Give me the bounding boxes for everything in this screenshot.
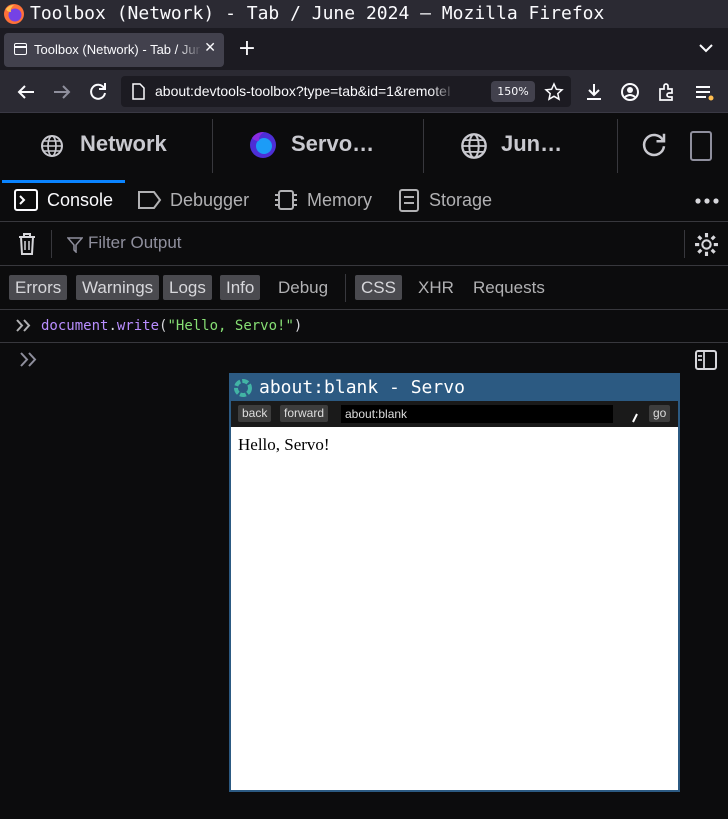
chevron-down-icon[interactable] bbox=[696, 38, 716, 58]
servo-go-button[interactable]: go bbox=[649, 405, 671, 422]
firefox-logo-icon bbox=[4, 4, 24, 24]
more-options-icon[interactable] bbox=[694, 196, 720, 206]
bookmark-star-icon[interactable] bbox=[544, 82, 564, 102]
close-tab-icon[interactable]: ✕ bbox=[204, 40, 216, 56]
url-bar[interactable]: about:devtools-toolbox?type=tab&id=1&rem… bbox=[121, 76, 571, 107]
filter-output-input[interactable]: Filter Output bbox=[88, 233, 182, 253]
filter-requests-button[interactable]: Requests bbox=[467, 275, 551, 300]
servo-back-button[interactable]: back bbox=[238, 405, 272, 422]
divider bbox=[617, 119, 618, 173]
code-punctuation: ) bbox=[293, 318, 303, 334]
memory-icon bbox=[275, 190, 297, 210]
device-frame-icon[interactable] bbox=[690, 131, 712, 161]
command-prompt-icon bbox=[16, 319, 31, 332]
divider bbox=[345, 274, 346, 302]
globe-icon bbox=[41, 135, 63, 157]
target-network[interactable]: Network bbox=[0, 113, 212, 179]
servo-url-field[interactable]: about:blank bbox=[341, 405, 613, 423]
browser-tab[interactable]: Toolbox (Network) - Tab / June 2024 ✕ bbox=[4, 33, 224, 67]
window-title: Toolbox (Network) - Tab / June 2024 — Mo… bbox=[30, 3, 605, 24]
selected-tab-indicator bbox=[2, 180, 125, 183]
forward-arrow-icon[interactable] bbox=[50, 80, 74, 104]
filter-warnings-button[interactable]: Warnings bbox=[76, 275, 160, 300]
url-fade bbox=[431, 78, 455, 105]
tab-debugger[interactable]: Debugger bbox=[170, 190, 249, 212]
code-string: "Hello, Servo!" bbox=[167, 318, 294, 334]
extensions-icon[interactable] bbox=[654, 80, 678, 104]
menu-icon[interactable] bbox=[692, 80, 716, 104]
downloads-icon[interactable] bbox=[582, 80, 606, 104]
new-tab-button[interactable]: + bbox=[236, 36, 258, 62]
target-june[interactable]: Jun… bbox=[424, 113, 617, 179]
page-info-icon[interactable] bbox=[130, 83, 146, 100]
servo-page-content: Hello, Servo! bbox=[238, 435, 330, 454]
console-toolbar: Filter Output bbox=[0, 222, 728, 266]
console-command: document.write("Hello, Servo!") bbox=[41, 318, 302, 334]
window-titlebar: Toolbox (Network) - Tab / June 2024 — Mo… bbox=[0, 0, 728, 28]
zoom-level-badge[interactable]: 150% bbox=[491, 81, 535, 102]
toolbox-targets-bar: Network Servo… Jun… bbox=[0, 112, 728, 180]
servo-forward-button[interactable]: forward bbox=[280, 405, 329, 422]
filter-logs-button[interactable]: Logs bbox=[163, 275, 212, 300]
code-object: document bbox=[41, 318, 109, 334]
trash-icon[interactable] bbox=[17, 232, 37, 256]
servo-toolbar: back forward about:blank go bbox=[231, 401, 678, 427]
target-servo[interactable]: Servo… bbox=[213, 113, 423, 179]
target-label: Jun… bbox=[501, 131, 563, 156]
back-arrow-icon[interactable] bbox=[14, 80, 38, 104]
filter-icon bbox=[67, 237, 83, 253]
account-icon[interactable] bbox=[618, 80, 642, 104]
servo-window[interactable]: about:blank - Servo back forward about:b… bbox=[229, 373, 680, 792]
console-message: document.write("Hello, Servo!") bbox=[0, 310, 728, 343]
console-icon bbox=[14, 189, 38, 211]
target-label: Network bbox=[80, 131, 167, 156]
page-icon bbox=[14, 43, 27, 55]
globe-icon bbox=[461, 133, 487, 159]
filter-info-button[interactable]: Info bbox=[220, 275, 261, 300]
storage-icon bbox=[399, 189, 419, 212]
filter-debug-button[interactable]: Debug bbox=[272, 275, 334, 300]
loading-indicator-icon bbox=[632, 413, 638, 423]
servo-logo-icon bbox=[234, 379, 252, 397]
tab-memory[interactable]: Memory bbox=[307, 190, 372, 212]
sidebar-toggle-icon[interactable] bbox=[695, 350, 717, 370]
code-method: write bbox=[116, 318, 160, 334]
command-prompt-icon[interactable] bbox=[19, 352, 39, 367]
reload-icon[interactable] bbox=[86, 80, 110, 104]
firefox-nightly-icon bbox=[250, 132, 276, 158]
tab-label-fade bbox=[178, 37, 202, 63]
filter-xhr-button[interactable]: XHR bbox=[412, 275, 460, 300]
servo-titlebar[interactable]: about:blank - Servo bbox=[231, 375, 678, 401]
divider bbox=[51, 230, 52, 258]
debugger-icon bbox=[138, 191, 162, 209]
filter-css-button[interactable]: CSS bbox=[355, 275, 402, 300]
code-punctuation: . bbox=[108, 318, 117, 334]
log-level-filters: Errors Warnings Logs Info Debug CSS XHR … bbox=[0, 266, 728, 310]
target-label: Servo… bbox=[291, 131, 375, 156]
tab-storage[interactable]: Storage bbox=[429, 190, 492, 212]
gear-icon[interactable] bbox=[694, 232, 719, 257]
divider bbox=[684, 230, 685, 258]
servo-window-title: about:blank - Servo bbox=[259, 377, 465, 398]
tab-console[interactable]: Console bbox=[47, 190, 113, 212]
url-text: about:devtools-toolbox?type=tab&id=1&rem… bbox=[155, 83, 450, 99]
reload-icon[interactable] bbox=[639, 130, 669, 160]
filter-errors-button[interactable]: Errors bbox=[9, 275, 68, 300]
tab-label: Toolbox (Network) - Tab / June 2024 bbox=[34, 42, 200, 57]
